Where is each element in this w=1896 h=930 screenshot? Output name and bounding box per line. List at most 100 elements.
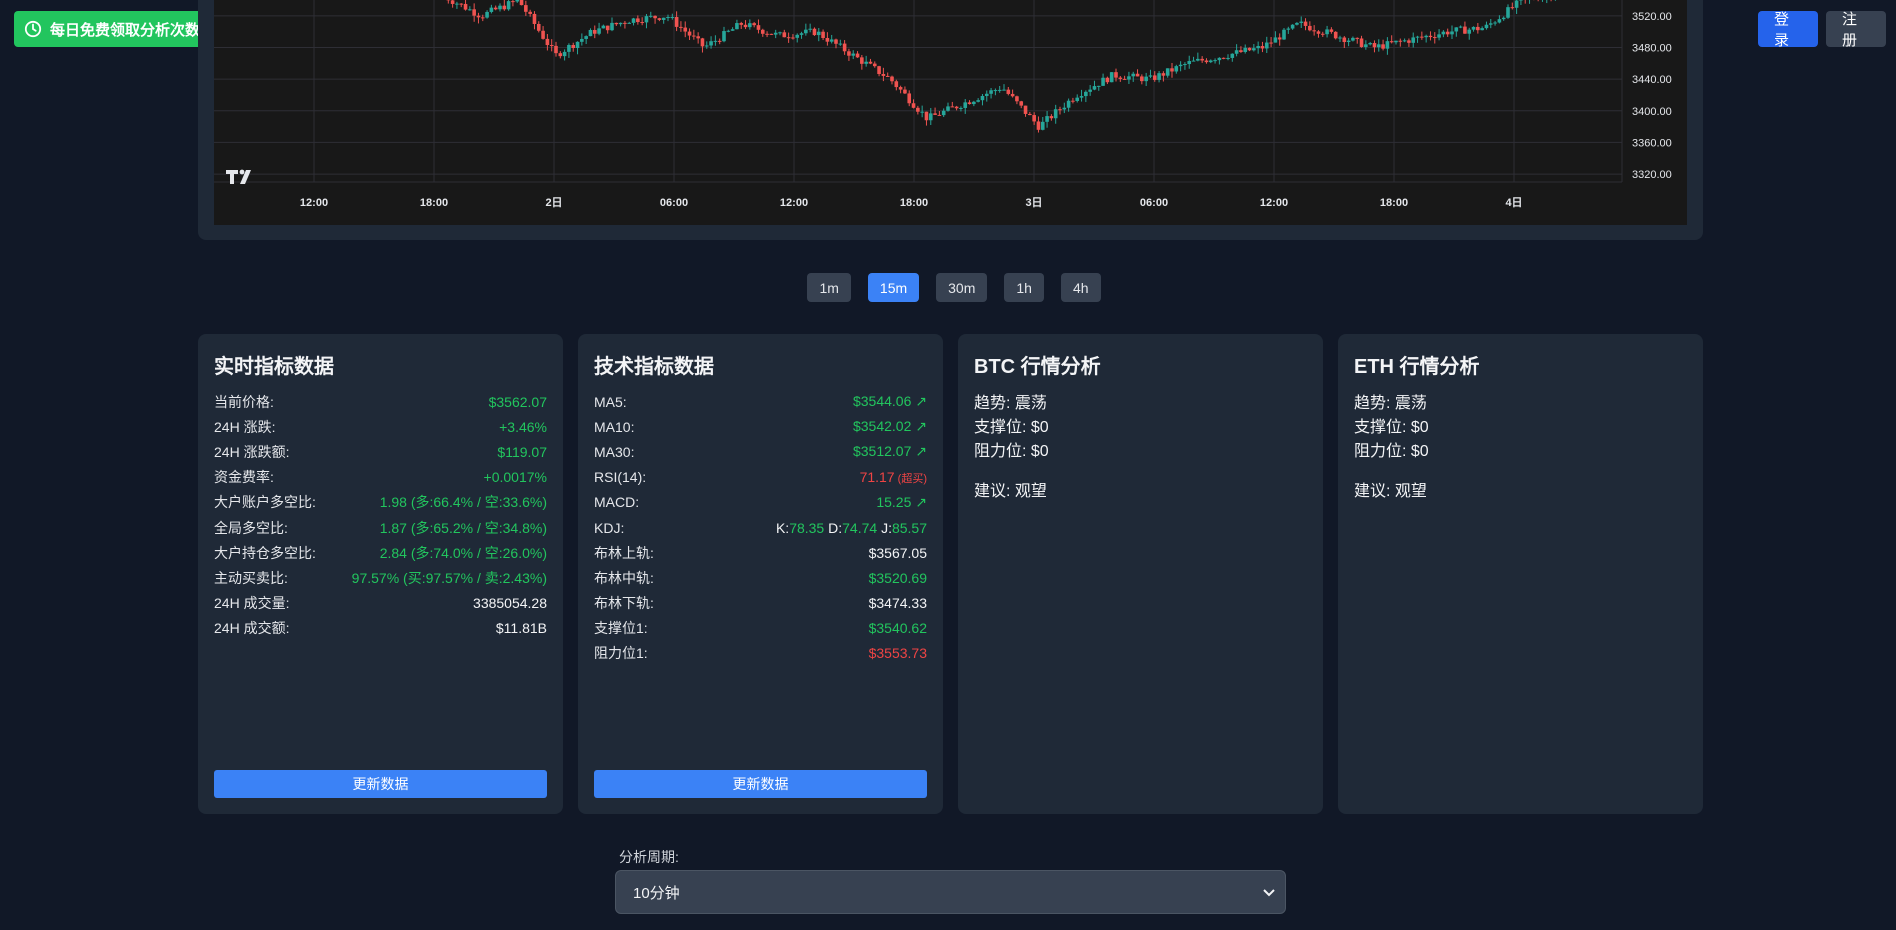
btc-resistance: 阻力位: $0 [974, 443, 1049, 460]
candle [1320, 31, 1325, 37]
candle [1010, 89, 1015, 98]
candle [984, 90, 989, 102]
indicator-label: 当前价格: [214, 393, 274, 410]
period-select[interactable]: 10分钟 [615, 870, 1286, 914]
candle [1364, 40, 1368, 50]
candle [463, 0, 468, 11]
update-data-button[interactable]: 更新数据 [594, 770, 927, 798]
candle [1204, 58, 1209, 64]
candle [1243, 44, 1248, 54]
candlestick-chart[interactable]: 3520.00 3480.00 3440.00 3400.00 3360.00 3320.… [214, 0, 1687, 225]
indicator-value: 1.87 (多:65.2% / 空:34.8%) [379, 519, 547, 536]
candle [829, 34, 834, 44]
indicator-value: $11.81B [495, 620, 547, 637]
btc-trend: 趋势: 震荡 [974, 395, 1047, 412]
candle [1191, 56, 1196, 62]
candle [1269, 37, 1273, 48]
candle [1079, 89, 1084, 102]
indicator-label: MA30: [594, 443, 635, 460]
candle [601, 24, 606, 29]
y-tick-label: 3320.00 [1632, 169, 1672, 181]
indicator-value: 1.98 (多:66.4% / 空:33.6%) [379, 494, 547, 511]
kdj-d: 74.74 [842, 519, 882, 536]
candle [640, 17, 644, 26]
candle [1230, 53, 1235, 62]
x-tick-label: 3日 [1025, 196, 1042, 209]
candle [799, 31, 804, 39]
candle [1028, 111, 1032, 116]
candle [450, 0, 455, 8]
candle [1467, 27, 1472, 40]
candle [812, 27, 817, 36]
indicator-value: $3567.05 [869, 545, 927, 561]
candle [519, 0, 524, 6]
indicator-label: 24H 成交量: [214, 595, 290, 612]
candle [1316, 30, 1321, 38]
indicator-label: KDJ: [594, 519, 625, 536]
candle [657, 17, 662, 22]
candle [515, 0, 520, 3]
timeframe-1m[interactable]: 1m [807, 273, 851, 302]
candle [967, 100, 972, 105]
candle [1325, 25, 1329, 38]
timeframe-selector: 1m 15m 30m 1h 4h [0, 273, 1896, 302]
candle [1140, 74, 1144, 85]
candle [1394, 40, 1398, 45]
timeframe-1h[interactable]: 1h [1004, 273, 1044, 302]
timeframe-4h[interactable]: 4h [1060, 273, 1101, 302]
candle [730, 27, 735, 31]
chart-svg: 3520.00 3480.00 3440.00 3400.00 3360.00 3320.… [214, 0, 1672, 209]
free-analysis-button[interactable]: 每日免费领取分析次数 [14, 11, 210, 47]
login-button[interactable]: 登录 [1758, 11, 1818, 49]
candle [1376, 39, 1381, 52]
candle [1351, 36, 1355, 42]
candle [575, 41, 580, 55]
candle [554, 41, 558, 57]
candle [911, 99, 916, 109]
candle [976, 98, 980, 103]
value-text: $3553.73 [868, 645, 927, 662]
timeframe-30m[interactable]: 30m [936, 273, 988, 302]
btc-analysis-card: BTC 行情分析 趋势: 震荡 支撑位: $0 阻力位: $0 建议: 观望 [958, 334, 1323, 814]
value-text: $3540.62 [868, 620, 927, 637]
indicator-label: 支撑位1: [594, 620, 648, 637]
indicator-row: 当前价格: $3562.07 [214, 389, 547, 414]
update-data-button[interactable]: 更新数据 [214, 770, 547, 798]
kdj-k-label: K: [775, 519, 790, 536]
eth-analysis-card: ETH 行情分析 趋势: 震荡 支撑位: $0 阻力位: $0 建议: 观望 [1338, 334, 1703, 814]
candle [851, 50, 856, 60]
register-button[interactable]: 注册 [1826, 11, 1886, 49]
indicator-label: 资金费率: [214, 469, 274, 486]
indicator-label: 24H 成交额: [214, 620, 290, 637]
candle [545, 34, 550, 51]
indicator-row: 布林上轨: $3567.05 [594, 540, 927, 565]
auth-buttons: 登录 注册 [1758, 11, 1886, 49]
indicator-value: 2.84 (多:74.0% / 空:26.0%) [379, 544, 547, 561]
candle [1109, 72, 1114, 83]
chart-panel: 3520.00 3480.00 3440.00 3400.00 3360.00 3320.… [198, 0, 1703, 240]
indicator-value: $119.07 [497, 443, 547, 460]
candle [1122, 75, 1127, 80]
x-tick-label: 18:00 [900, 197, 928, 209]
candle [950, 101, 955, 108]
indicator-value: K:78.35 D:74.74 J:85.57 [776, 520, 927, 536]
indicator-label: RSI(14): [594, 469, 647, 486]
value-text: $3474.33 [868, 595, 927, 612]
indicator-label: MA5: [594, 393, 627, 410]
indicator-value: +3.46% [499, 418, 547, 435]
candle [696, 32, 700, 44]
candle [661, 17, 666, 24]
candle [1441, 30, 1446, 38]
candle [898, 85, 903, 94]
candle [631, 17, 636, 26]
candle [679, 21, 683, 32]
candle [1144, 72, 1148, 87]
timeframe-15m[interactable]: 15m [867, 273, 920, 302]
candle [1342, 36, 1347, 48]
candle [1493, 20, 1497, 26]
candle [485, 10, 489, 19]
y-tick-label: 3520.00 [1632, 11, 1672, 23]
technical-indicators-card: 技术指标数据 MA5: $3544.06 ↗ MA10: $3542.02 ↗ MA30… [578, 334, 943, 814]
indicator-value: $3553.73 [869, 645, 927, 661]
candle [868, 58, 873, 65]
